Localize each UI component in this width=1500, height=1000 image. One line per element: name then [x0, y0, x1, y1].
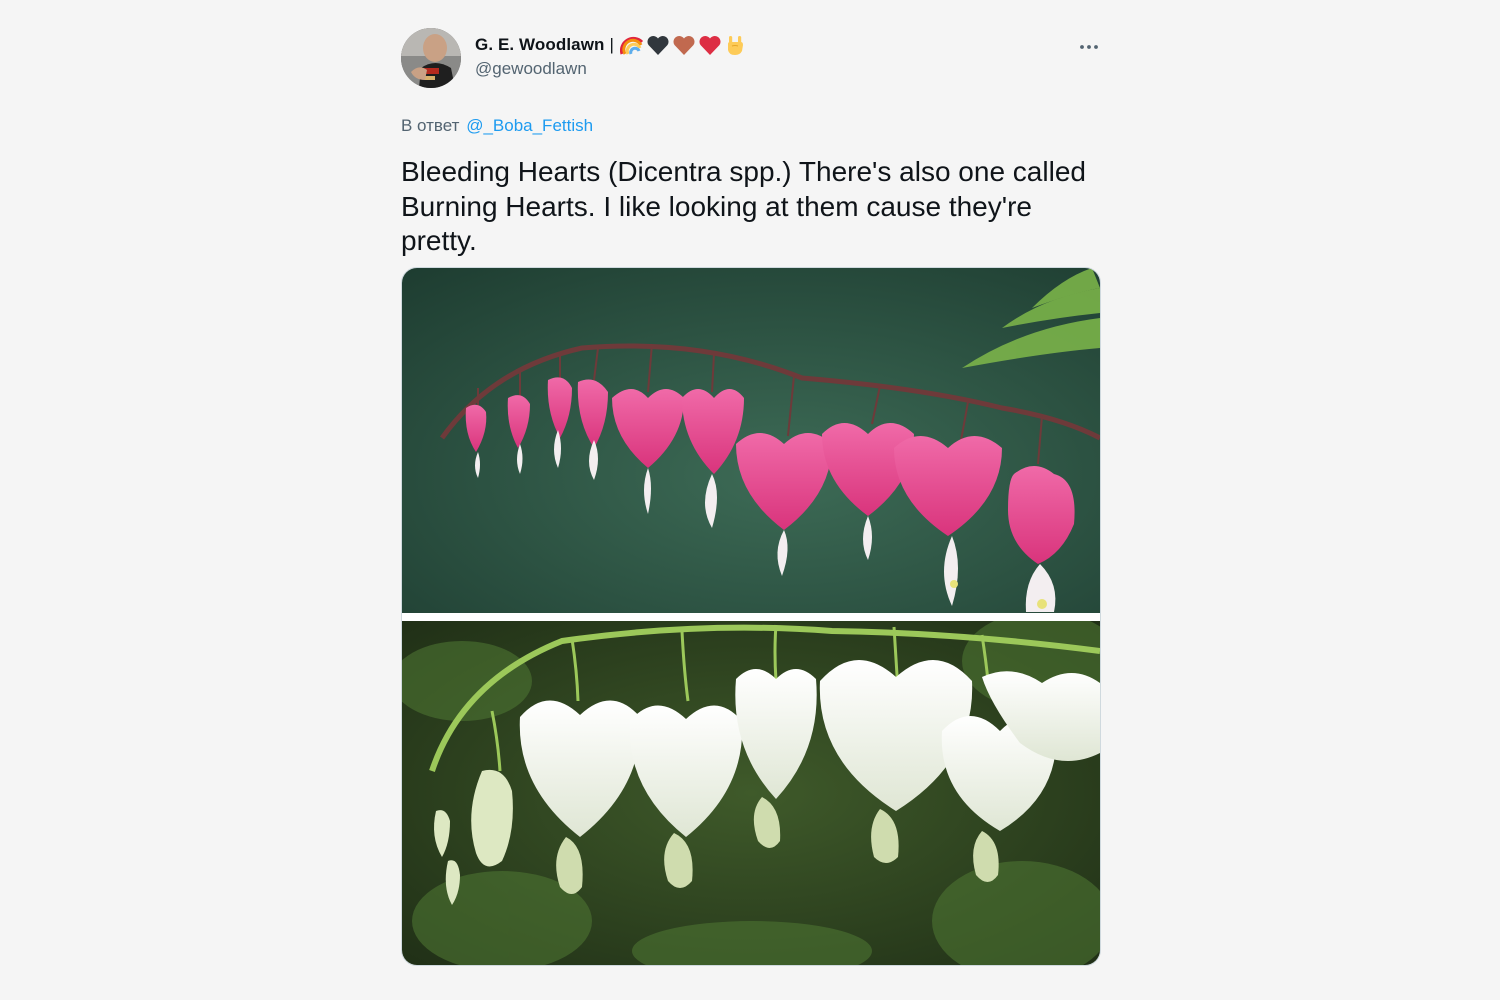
brown-heart-icon	[672, 34, 696, 56]
author-info: G. E. Woodlawn | @gewoodlawn	[475, 33, 746, 79]
avatar[interactable]	[401, 28, 461, 88]
name-row: G. E. Woodlawn |	[475, 33, 746, 57]
name-separator: |	[609, 35, 614, 54]
display-name[interactable]: G. E. Woodlawn	[475, 35, 605, 55]
rock-on-hand-icon	[724, 34, 746, 56]
black-heart-icon	[646, 34, 670, 56]
tweet-text: Bleeding Hearts (Dicentra spp.) There's …	[401, 156, 1086, 256]
reply-prefix: В ответ	[401, 116, 460, 135]
pink-bleeding-hearts-photo[interactable]	[402, 268, 1100, 613]
tweet-header: G. E. Woodlawn | @gewoodlawn	[401, 28, 1101, 90]
more-options-button[interactable]	[1077, 34, 1101, 58]
red-heart-icon	[698, 34, 722, 56]
reply-context: В ответ @_Boba_Fettish	[401, 116, 1101, 138]
media-grid[interactable]	[401, 267, 1101, 966]
white-bleeding-hearts-photo[interactable]	[402, 621, 1100, 965]
tweet: G. E. Woodlawn | @gewoodlawn В ответ @_B…	[401, 28, 1101, 966]
reply-mention-link[interactable]: @_Boba_Fettish	[466, 116, 593, 135]
rainbow-icon	[619, 34, 644, 56]
emoji-row	[619, 34, 746, 56]
more-horizontal-icon	[1079, 37, 1099, 55]
author-handle[interactable]: @gewoodlawn	[475, 59, 746, 79]
